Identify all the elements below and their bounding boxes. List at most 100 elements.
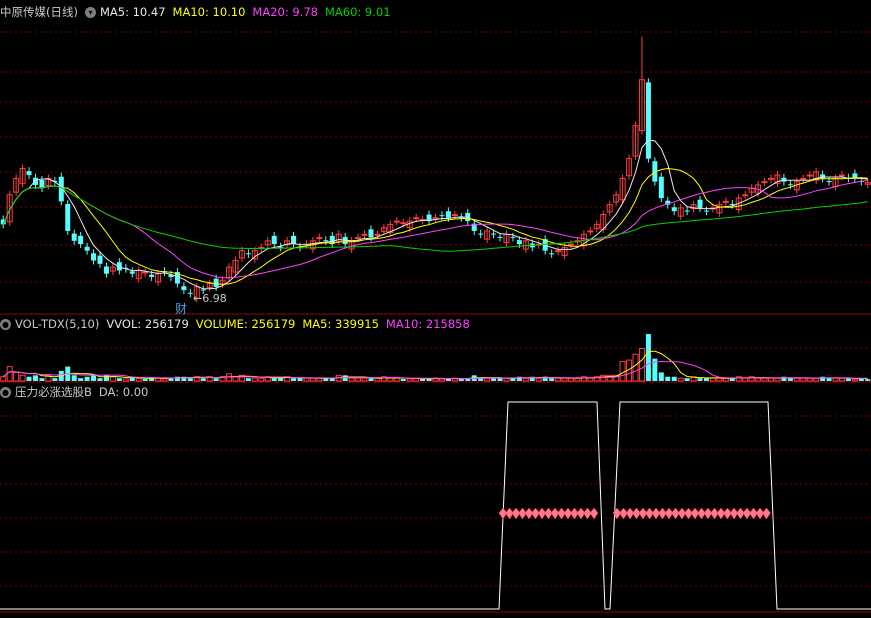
volume-bar (787, 378, 793, 381)
stock-chart[interactable] (0, 0, 871, 618)
volume-bar (522, 377, 529, 382)
candle (510, 236, 516, 238)
ma20-readout: MA20: 9.78 (252, 5, 318, 19)
volume-bar (820, 376, 826, 381)
volume-bar (793, 377, 800, 382)
chevron-down-icon[interactable]: ▾ (84, 6, 96, 18)
candle (722, 200, 729, 203)
volume-bar (297, 378, 303, 381)
custom-indicator-name[interactable]: 压力必涨选股B (15, 384, 92, 400)
candle (149, 274, 155, 277)
volume-bar (832, 377, 839, 382)
volume-bar (742, 377, 749, 382)
ma60-readout: MA60: 9.01 (324, 5, 391, 19)
volume-bar (851, 379, 858, 382)
signal-marker (762, 507, 771, 520)
candle (658, 176, 664, 199)
ma5-readout: MA5: 10.47 (99, 5, 166, 19)
volume-bar (309, 377, 316, 382)
volume-bar (755, 377, 762, 382)
candle (103, 266, 109, 274)
vol-ma5-line (2, 350, 868, 380)
volume-bar (838, 377, 845, 382)
volume-bar (71, 375, 77, 381)
volume-bar (619, 361, 626, 382)
candle (806, 174, 813, 177)
volume-bar (39, 378, 45, 381)
volume-bar (774, 377, 781, 382)
volume-bar (291, 378, 297, 381)
candle (84, 246, 90, 251)
candle (71, 233, 77, 241)
financial-report-marker[interactable]: 财 (175, 300, 187, 317)
volume-bar (0, 376, 7, 382)
volume-bar (767, 377, 774, 382)
candle (316, 237, 323, 240)
volume-bar (32, 375, 38, 381)
candle (549, 253, 555, 255)
volume-bar (400, 378, 406, 381)
gear-icon[interactable]: ● (0, 386, 11, 398)
volume-bar (709, 377, 716, 382)
volume-bar (84, 376, 90, 381)
volume-bar (135, 377, 142, 382)
volume-bar (361, 377, 368, 382)
volume-bar (142, 378, 148, 381)
candle (26, 171, 32, 176)
main-pane-header: 中原传媒(日线) ▾ MA5: 10.47 MA10: 10.10 MA20: … (0, 4, 398, 20)
custom-pane-header: ● 压力必涨选股B DA: 0.00 (0, 384, 155, 400)
volume-bar (587, 377, 594, 382)
vol-ma10-line (2, 360, 868, 380)
candle (245, 253, 251, 255)
volume-bar (665, 376, 671, 381)
gear-icon[interactable]: ● (0, 318, 11, 330)
volume-bar (638, 347, 645, 382)
candle (703, 210, 709, 212)
candle (645, 82, 651, 159)
candle (91, 253, 97, 261)
candle (78, 235, 84, 245)
volume-bar (491, 378, 497, 381)
candle (32, 177, 38, 185)
volume-bar (13, 371, 20, 382)
candle (129, 271, 135, 274)
candle (697, 199, 703, 208)
volume-bar (806, 377, 813, 382)
vol-ma10-readout: MA10: 215858 (385, 317, 470, 331)
volume-bar (109, 376, 116, 382)
candle (497, 236, 503, 238)
candle (355, 237, 362, 240)
candle (400, 222, 407, 225)
volume-indicator-name[interactable]: VOL-TDX(5,10) (15, 316, 99, 332)
volume-bar (122, 378, 129, 382)
volume-bar (845, 378, 851, 381)
volume-bar (549, 378, 555, 381)
volume-readout: VOLUME: 256179 (195, 317, 296, 331)
volume-bar (645, 334, 651, 381)
candle (761, 181, 768, 184)
volume-bar (303, 377, 310, 382)
candle (826, 180, 832, 182)
candle (516, 240, 522, 245)
candle (800, 177, 807, 180)
volume-bar (251, 377, 258, 382)
volume-bar (161, 378, 168, 382)
signal-line (0, 401, 871, 610)
volume-bar (561, 377, 568, 382)
volume-bar (761, 377, 768, 382)
volume-bar (129, 377, 135, 381)
stock-title[interactable]: 中原传媒(日线) (0, 4, 78, 20)
volume-bar (52, 378, 58, 381)
vvol-readout: VVOL: 256179 (106, 317, 189, 331)
volume-bar (697, 378, 703, 381)
volume-bar (420, 378, 426, 381)
candle (671, 207, 677, 212)
volume-bar (438, 378, 445, 382)
volume-bar (200, 378, 206, 381)
volume-bar (735, 376, 742, 382)
candle (213, 278, 219, 287)
volume-bar (368, 378, 374, 381)
volume-bar (6, 366, 13, 382)
volume-bar (677, 377, 684, 382)
volume-bar (26, 376, 32, 381)
